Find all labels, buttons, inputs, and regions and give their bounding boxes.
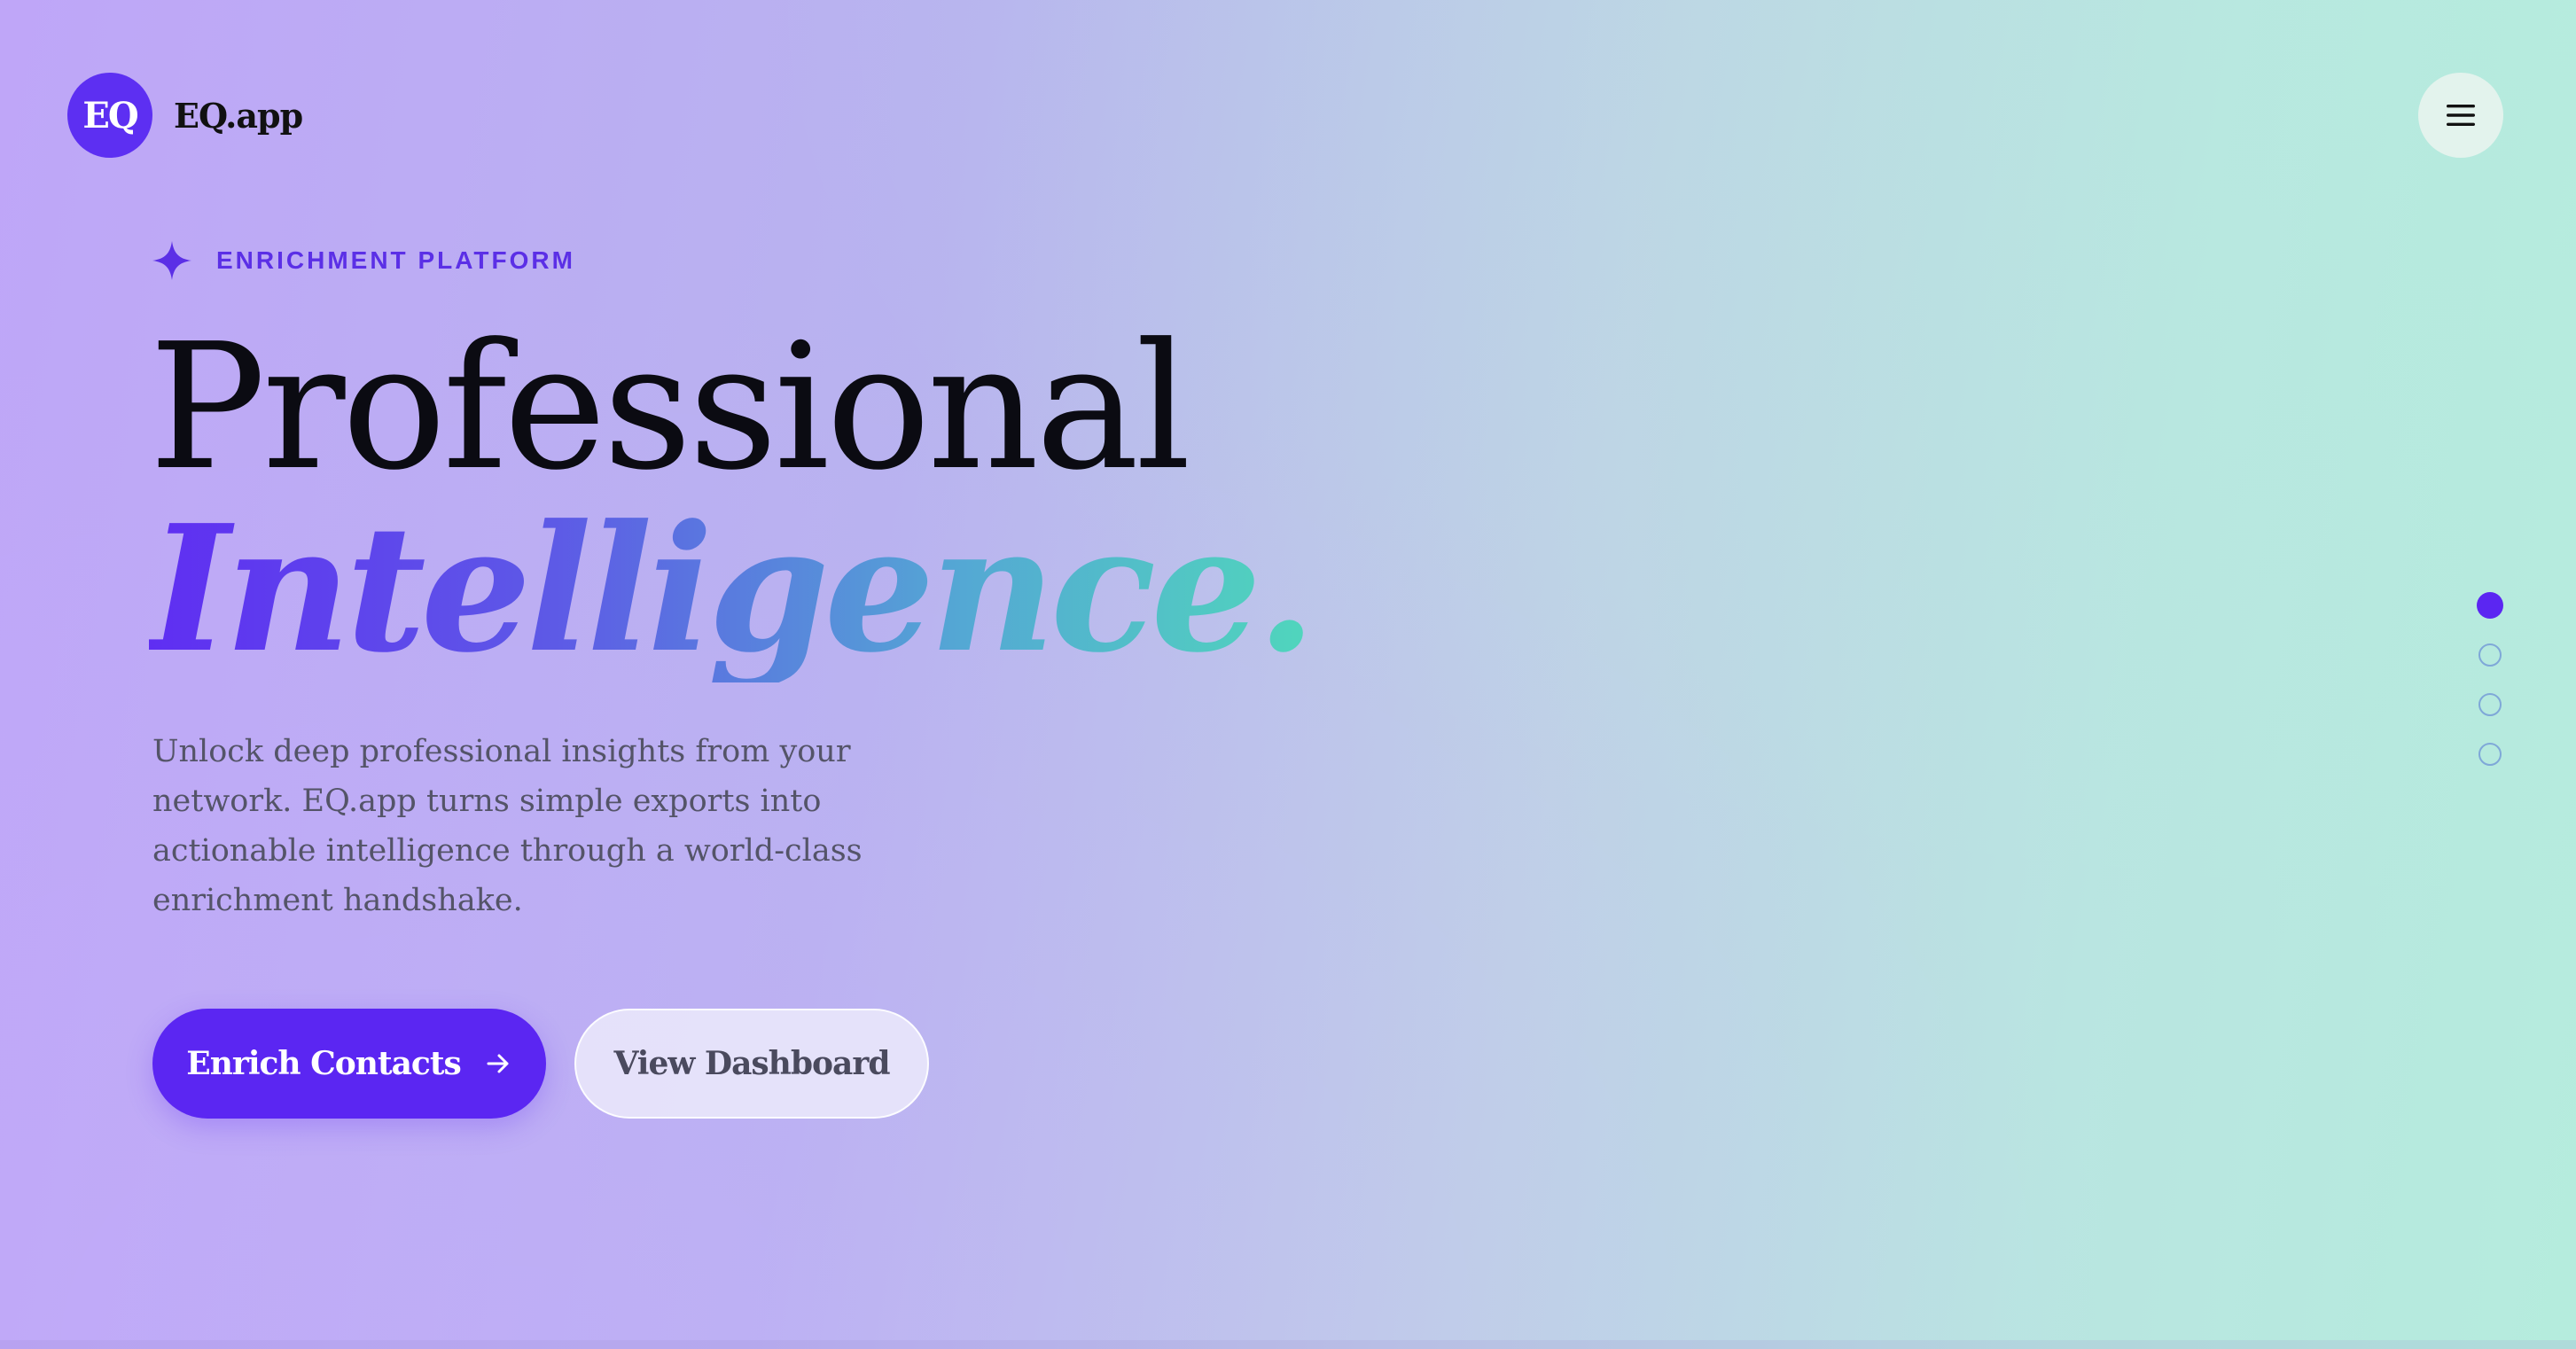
eyebrow: ENRICHMENT PLATFORM xyxy=(152,241,575,280)
hero-description: Unlock deep professional insights from y… xyxy=(152,734,863,918)
eyebrow-text: ENRICHMENT PLATFORM xyxy=(216,246,575,274)
logo-text: EQ.app xyxy=(174,95,303,136)
bottom-band xyxy=(0,1340,2576,1349)
enrich-contacts-label: Enrich Contacts xyxy=(186,1045,461,1082)
logo-badge: EQ xyxy=(67,73,152,158)
view-dashboard-button[interactable]: View Dashboard xyxy=(574,1009,929,1119)
enrich-contacts-button[interactable]: Enrich Contacts xyxy=(152,1009,546,1119)
headline-line-1: Professional xyxy=(149,307,1191,509)
pagination-dot-1[interactable] xyxy=(2477,592,2503,619)
sparkle-icon xyxy=(152,241,191,280)
arrow-right-icon xyxy=(487,1054,509,1073)
headline-line-2: Intelligence. xyxy=(149,487,1316,691)
view-dashboard-label: View Dashboard xyxy=(613,1045,890,1082)
pagination-dot-2[interactable] xyxy=(2478,643,2502,667)
pagination-dot-3[interactable] xyxy=(2478,693,2502,716)
logo-link[interactable]: EQ EQ.app xyxy=(67,73,303,158)
hamburger-menu-icon xyxy=(2447,105,2475,126)
menu-button[interactable] xyxy=(2418,73,2503,158)
pagination-dot-4[interactable] xyxy=(2478,743,2502,766)
